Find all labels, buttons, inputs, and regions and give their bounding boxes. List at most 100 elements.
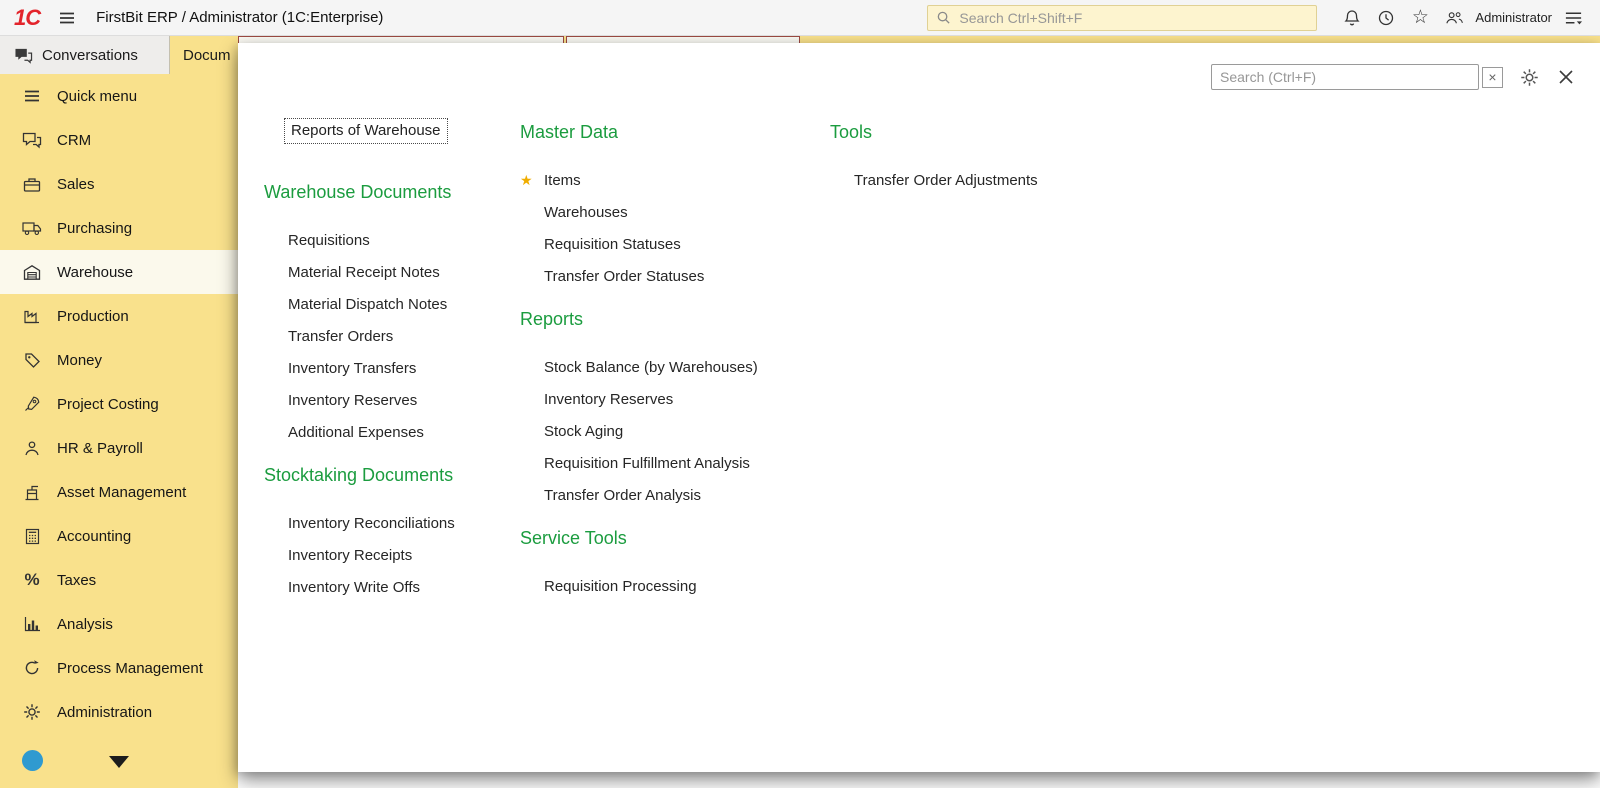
warehouse-icon: [22, 264, 42, 281]
menu-link-material-dispatch-notes[interactable]: Material Dispatch Notes: [264, 289, 510, 321]
menu-link-transfer-order-adjustments[interactable]: Transfer Order Adjustments: [830, 165, 1110, 197]
panel-search-input[interactable]: [1211, 64, 1479, 90]
tag-icon: [22, 352, 42, 369]
gear-icon: [1520, 68, 1539, 87]
percent-icon: %: [24, 570, 40, 589]
sidebar-item-purchasing[interactable]: Purchasing: [0, 206, 238, 250]
close-icon: [1558, 69, 1574, 85]
sidebar-item-label: HR & Payroll: [57, 439, 143, 457]
sidebar-item-sales[interactable]: Sales: [0, 162, 238, 206]
sidebar-item-administration[interactable]: Administration: [0, 690, 238, 734]
tab-conversations[interactable]: Conversations: [0, 36, 170, 74]
sidebar-item-warehouse[interactable]: Warehouse: [0, 250, 238, 294]
tab-label: Conversations: [42, 46, 138, 64]
menu-link-stock-balance-by-warehouses[interactable]: Stock Balance (by Warehouses): [520, 352, 825, 384]
sidebar-item-taxes[interactable]: % Taxes: [0, 558, 238, 602]
menu-link-requisitions[interactable]: Requisitions: [264, 225, 510, 257]
factory-icon: [22, 308, 42, 324]
sidebar-item-money[interactable]: Money: [0, 338, 238, 382]
user-menu-button[interactable]: [1560, 5, 1586, 31]
tab-label: Docum: [183, 46, 231, 64]
menu-icon: [22, 87, 42, 105]
section-menu-panel: × Reports of Warehouse Warehouse Documen…: [238, 43, 1600, 772]
sidebar-item-process-management[interactable]: Process Management: [0, 646, 238, 690]
crane-icon: [22, 484, 42, 501]
menu-link-stock-aging[interactable]: Stock Aging: [520, 416, 825, 448]
sidebar-nav: Quick menu CRM Sales Purchasing Warehouse Pro…: [0, 74, 238, 734]
menu-link-transfer-orders[interactable]: Transfer Orders: [264, 321, 510, 353]
sidebar-item-accounting[interactable]: Accounting: [0, 514, 238, 558]
section-heading-warehouse-documents[interactable]: Warehouse Documents: [264, 181, 510, 203]
main-hamburger-button[interactable]: [58, 9, 76, 27]
sidebar-item-label: Sales: [57, 175, 95, 193]
partial-sidebar-item-icon[interactable]: [22, 750, 43, 771]
menu-link-transfer-order-analysis[interactable]: Transfer Order Analysis: [520, 480, 825, 512]
menu-link-inventory-reserves[interactable]: Inventory Reserves: [264, 385, 510, 417]
tab-documents-partial[interactable]: Docum: [170, 36, 238, 74]
section-heading-stocktaking-documents[interactable]: Stocktaking Documents: [264, 464, 510, 486]
sidebar-item-analysis[interactable]: Analysis: [0, 602, 238, 646]
crm-icon: [22, 131, 42, 149]
panel-column-3: Tools Transfer Order Adjustments: [830, 121, 1110, 197]
sidebar-item-label: Accounting: [57, 527, 132, 545]
menu-link-inventory-reserves[interactable]: Inventory Reserves: [520, 384, 825, 416]
menu-link-reports-of-warehouse[interactable]: Reports of Warehouse: [284, 118, 448, 144]
panel-close-button[interactable]: [1558, 69, 1574, 85]
sidebar-item-hr-payroll[interactable]: HR & Payroll: [0, 426, 238, 470]
discussions-button[interactable]: [1441, 5, 1467, 31]
sidebar-scroll-down-indicator[interactable]: [109, 756, 129, 768]
star-icon: ☆: [1411, 7, 1429, 28]
sidebar-item-label: Project Costing: [57, 395, 159, 413]
sidebar-item-asset-management[interactable]: Asset Management: [0, 470, 238, 514]
1c-logo[interactable]: 1C: [14, 5, 41, 31]
menu-link-requisition-statuses[interactable]: Requisition Statuses: [520, 229, 825, 261]
calculator-icon: [22, 528, 42, 545]
menu-link-material-receipt-notes[interactable]: Material Receipt Notes: [264, 257, 510, 289]
favorite-star-icon: ★: [520, 172, 533, 188]
menu-link-additional-expenses[interactable]: Additional Expenses: [264, 417, 510, 449]
menu-link-items[interactable]: ★ Items: [520, 165, 825, 197]
sidebar-item-label: Process Management: [57, 659, 203, 677]
history-button[interactable]: [1373, 5, 1399, 31]
panel-settings-button[interactable]: [1520, 68, 1539, 87]
menu-link-inventory-reconciliations[interactable]: Inventory Reconciliations: [264, 508, 510, 540]
sidebar-item-label: Analysis: [57, 615, 113, 633]
global-search-input[interactable]: [957, 8, 1309, 27]
sidebar-item-production[interactable]: Production: [0, 294, 238, 338]
person-icon: [22, 440, 42, 457]
search-clear-button[interactable]: ×: [1482, 66, 1503, 88]
menu-link-transfer-order-statuses[interactable]: Transfer Order Statuses: [520, 261, 825, 293]
column-sections: Tools Transfer Order Adjustments: [830, 121, 1110, 197]
section-heading-reports[interactable]: Reports: [520, 308, 825, 330]
notifications-button[interactable]: [1339, 5, 1365, 31]
column-sections: Master Data ★ Items Warehouses Requisition S…: [520, 121, 825, 603]
global-search-box[interactable]: [927, 4, 1318, 31]
menu-link-requisition-fulfillment-analysis[interactable]: Requisition Fulfillment Analysis: [520, 448, 825, 480]
column-sections: Warehouse Documents Requisitions Material …: [264, 181, 510, 604]
bell-icon: [1343, 9, 1361, 27]
panel-column-1: Reports of Warehouse Warehouse Documents…: [264, 118, 510, 604]
panel-column-2: Master Data ★ Items Warehouses Requisition S…: [520, 121, 825, 603]
sidebar-item-label: Money: [57, 351, 103, 369]
current-user-label: Administrator: [1475, 10, 1552, 25]
panel-toolbar: ×: [1211, 64, 1574, 90]
speech-bubble-icon: [14, 47, 33, 64]
sidebar-item-label: Administration: [57, 703, 153, 721]
menu-link-inventory-receipts[interactable]: Inventory Receipts: [264, 540, 510, 572]
search-icon: [936, 10, 951, 25]
section-heading-master-data[interactable]: Master Data: [520, 121, 825, 143]
section-heading-tools[interactable]: Tools: [830, 121, 1110, 143]
history-clock-icon: [1377, 9, 1395, 27]
menu-link-requisition-processing[interactable]: Requisition Processing: [520, 571, 825, 603]
sidebar-item-crm[interactable]: CRM: [0, 118, 238, 162]
sidebar-item-quick-menu[interactable]: Quick menu: [0, 74, 238, 118]
menu-link-warehouses[interactable]: Warehouses: [520, 197, 825, 229]
sidebar-item-project-costing[interactable]: Project Costing: [0, 382, 238, 426]
section-heading-service-tools[interactable]: Service Tools: [520, 527, 825, 549]
sidebar-item-label: Taxes: [57, 571, 97, 589]
menu-link-inventory-transfers[interactable]: Inventory Transfers: [264, 353, 510, 385]
menu-link-inventory-write-offs[interactable]: Inventory Write Offs: [264, 572, 510, 604]
truck-icon: [22, 220, 42, 236]
favorites-button[interactable]: ☆: [1407, 5, 1433, 31]
cycle-icon: [22, 659, 42, 677]
